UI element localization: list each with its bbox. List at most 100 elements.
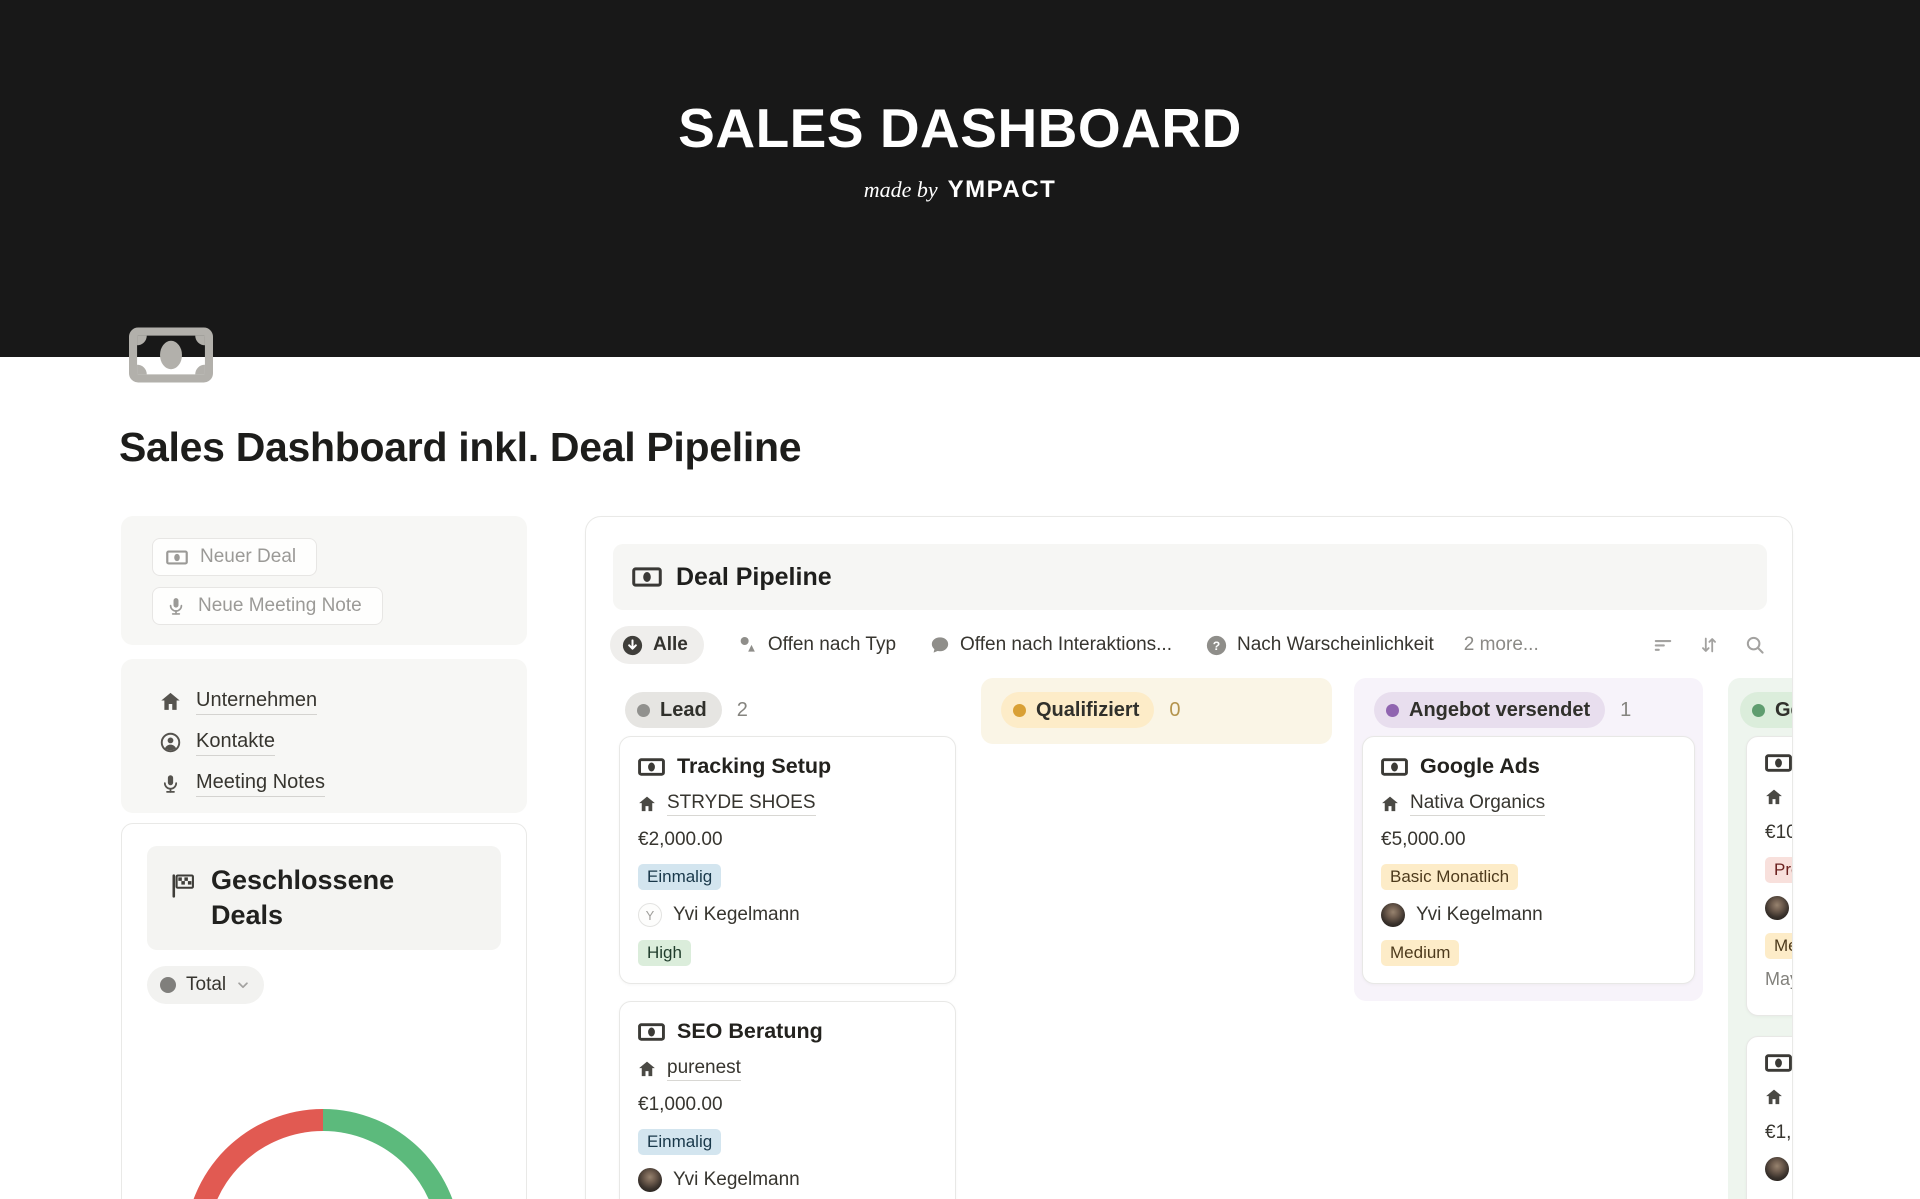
- sidebar-actions-card: Neuer Deal Neue Meeting Note: [121, 516, 527, 645]
- lead-count: 2: [737, 699, 748, 722]
- new-meeting-note-button[interactable]: Neue Meeting Note: [152, 587, 383, 625]
- banknote-icon: [1765, 1054, 1792, 1072]
- avatar: Y: [638, 903, 662, 927]
- qualifiziert-label: Qualifiziert: [1036, 699, 1139, 722]
- filter-icon[interactable]: [1652, 634, 1674, 656]
- sales-dashboard-page: SALES DASHBOARD made by YMPACT Sales Das…: [0, 0, 1920, 1199]
- closed-deals-card: Geschlossene Deals Total: [121, 823, 527, 1199]
- probability-tag: Medium: [1381, 940, 1459, 966]
- type-tag: Einmalig: [638, 1129, 721, 1155]
- svg-text:?: ?: [1213, 638, 1220, 652]
- speech-bubble-icon: [930, 635, 950, 655]
- total-filter-dropdown[interactable]: Total: [147, 966, 264, 1004]
- kontakte-link[interactable]: Kontakte: [196, 730, 275, 756]
- banknote-icon: [1381, 758, 1408, 776]
- tab-alle[interactable]: Alle: [610, 626, 704, 664]
- deal-card-seo-beratung[interactable]: SEO Beratung purenest €1,000.00 Einmalig…: [619, 1001, 956, 1199]
- deal-card-tracking-setup[interactable]: Tracking Setup STRYDE SHOES €2,000.00 Ei…: [619, 736, 956, 984]
- type-tag: Pre: [1765, 857, 1793, 883]
- lead-label: Lead: [660, 699, 707, 722]
- house-icon: [638, 795, 656, 813]
- deal-amount: €1,5: [1765, 1122, 1793, 1144]
- house-icon: [1765, 788, 1783, 806]
- deal-title: SEO Beratung: [677, 1019, 823, 1044]
- tab-offen-nach-typ-label: Offen nach Typ: [768, 634, 896, 656]
- status-dot: [1386, 704, 1399, 717]
- new-deal-button[interactable]: Neuer Deal: [152, 538, 317, 576]
- banknote-icon: [166, 550, 188, 565]
- type-tag: Einmalig: [638, 864, 721, 890]
- meeting-notes-link[interactable]: Meeting Notes: [196, 771, 325, 797]
- hero-banner: SALES DASHBOARD made by YMPACT: [0, 0, 1920, 357]
- tab-offen-nach-interaktions[interactable]: Offen nach Interaktions...: [930, 634, 1172, 656]
- brand-name: YMPACT: [948, 176, 1057, 204]
- sidebar-item-unternehmen[interactable]: Unternehmen: [160, 681, 527, 722]
- column-angebot-versendet: Angebot versendet 1 Google Ads: [1354, 678, 1703, 1001]
- search-icon[interactable]: [1744, 634, 1766, 656]
- tab-nach-warscheinlichkeit[interactable]: ? Nach Warscheinlichkeit: [1206, 634, 1434, 656]
- column-gewonnen: Gewonnen V: [1728, 678, 1793, 1199]
- hero-subtitle: made by YMPACT: [0, 176, 1920, 204]
- chart-icon: [738, 635, 758, 655]
- deal-title: Google Ads: [1420, 754, 1540, 779]
- company-link[interactable]: Nativa Organics: [1410, 792, 1545, 816]
- tab-nach-warscheinlichkeit-label: Nach Warscheinlichkeit: [1237, 634, 1434, 656]
- new-deal-label: Neuer Deal: [200, 546, 296, 568]
- checkered-flag-icon: [169, 872, 197, 900]
- deal-date: May: [1765, 969, 1793, 990]
- owner-name: Yvi Kegelmann: [673, 904, 800, 926]
- sort-icon[interactable]: [1698, 634, 1720, 656]
- banknote-icon: [632, 567, 662, 587]
- deal-amount: €2,000.00: [638, 829, 723, 851]
- sidebar-item-meeting-notes[interactable]: Meeting Notes: [160, 763, 527, 804]
- company-link[interactable]: STRYDE SHOES: [667, 792, 816, 816]
- new-meeting-note-label: Neue Meeting Note: [198, 595, 362, 617]
- status-dot: [637, 704, 650, 717]
- deal-pipeline-title: Deal Pipeline: [676, 563, 832, 592]
- deal-card-gewonnen-2[interactable]: I €1,5: [1746, 1036, 1793, 1199]
- column-qualifiziert-header: Qualifiziert 0: [1001, 692, 1332, 728]
- sidebar-item-kontakte[interactable]: Kontakte: [160, 722, 527, 763]
- house-icon: [160, 691, 181, 712]
- banknote-icon[interactable]: [129, 326, 213, 384]
- tab-offen-nach-interaktions-label: Offen nach Interaktions...: [960, 634, 1172, 656]
- deal-title: Tracking Setup: [677, 754, 831, 779]
- banknote-icon: [1765, 754, 1792, 772]
- made-by-label: made by: [864, 177, 938, 203]
- deal-amount: €10,: [1765, 822, 1793, 844]
- microphone-icon: [166, 596, 186, 616]
- house-icon: [1765, 1088, 1783, 1106]
- deal-card-gewonnen-1[interactable]: V €10, Pre Me May: [1746, 736, 1793, 1016]
- angebot-versendet-label: Angebot versendet: [1409, 699, 1590, 722]
- column-lead: Lead 2 Tracking Setup: [619, 678, 956, 728]
- status-dot: [1752, 704, 1765, 717]
- tab-alle-label: Alle: [653, 634, 688, 656]
- probability-tag: High: [638, 940, 691, 966]
- gewonnen-label: Gewonnen: [1775, 699, 1793, 722]
- angebot-versendet-count: 1: [1620, 699, 1631, 722]
- owner-name: Yvi Kegelmann: [1416, 904, 1543, 926]
- closed-deals-header: Geschlossene Deals: [147, 846, 501, 950]
- qualifiziert-count: 0: [1169, 699, 1180, 722]
- owner-name: Yvi Kegelmann: [673, 1169, 800, 1191]
- probability-tag: Me: [1765, 933, 1793, 959]
- column-lead-header: Lead 2: [625, 692, 956, 728]
- banknote-icon: [638, 1023, 665, 1041]
- house-icon: [1381, 795, 1399, 813]
- lead-status-pill[interactable]: Lead: [625, 692, 722, 728]
- gewonnen-status-pill[interactable]: Gewonnen: [1740, 692, 1793, 728]
- angebot-versendet-status-pill[interactable]: Angebot versendet: [1374, 692, 1605, 728]
- qualifiziert-status-pill[interactable]: Qualifiziert: [1001, 692, 1154, 728]
- chevron-down-icon: [236, 978, 250, 992]
- more-views-button[interactable]: 2 more...: [1464, 634, 1539, 656]
- deal-pipeline-card: Deal Pipeline Alle: [585, 516, 1793, 1199]
- deal-card-google-ads[interactable]: Google Ads Nativa Organics €5,000.00 Bas…: [1362, 736, 1695, 984]
- view-tabs: Alle Offen nach Typ Offen nach Intera: [610, 626, 1770, 664]
- board-toolbar: [1652, 634, 1770, 656]
- column-gewonnen-header: Gewonnen: [1740, 692, 1793, 728]
- company-link[interactable]: purenest: [667, 1057, 741, 1081]
- avatar: [1765, 1157, 1789, 1181]
- banknote-icon: [638, 758, 665, 776]
- tab-offen-nach-typ[interactable]: Offen nach Typ: [738, 634, 896, 656]
- unternehmen-link[interactable]: Unternehmen: [196, 689, 317, 715]
